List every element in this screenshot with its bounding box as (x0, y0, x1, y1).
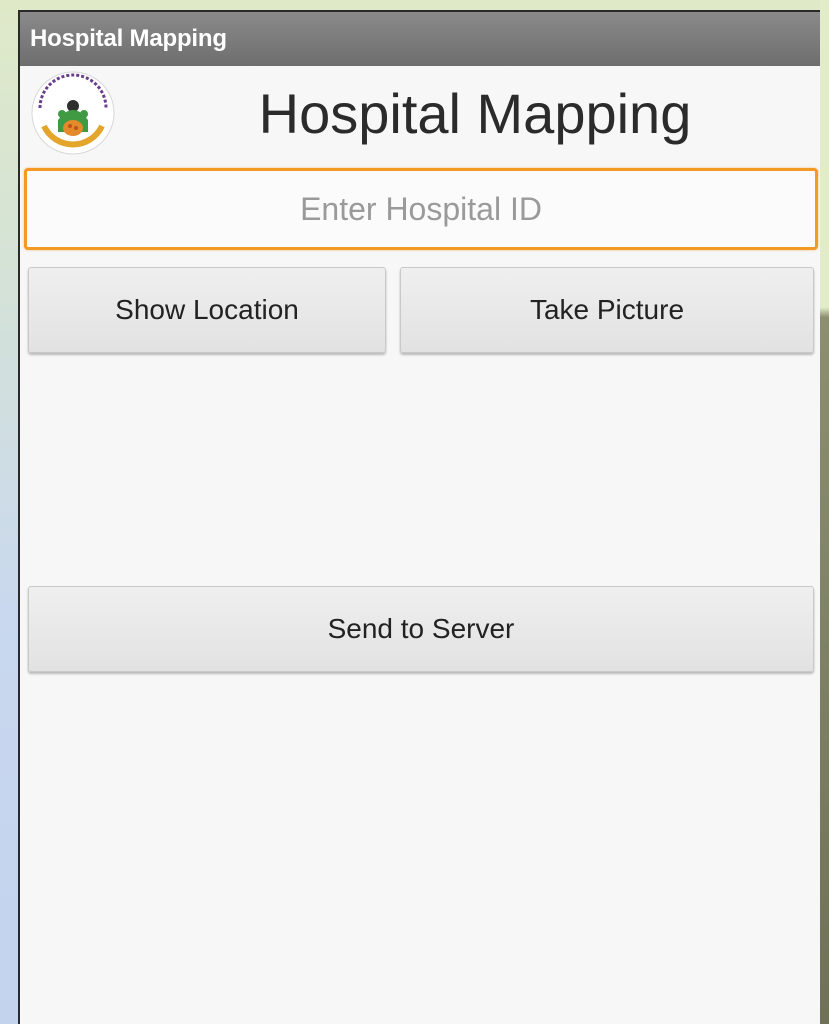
app-window: Hospital Mapping Hospital Mapping Show L… (18, 10, 820, 1024)
show-location-label: Show Location (115, 294, 299, 325)
background-strip (820, 0, 829, 1024)
send-to-server-button[interactable]: Send to Server (28, 586, 814, 672)
show-location-button[interactable]: Show Location (28, 267, 386, 353)
hospital-id-input[interactable] (24, 168, 818, 250)
send-to-server-label: Send to Server (327, 613, 515, 644)
app-title: Hospital Mapping (30, 25, 227, 52)
government-health-emblem-icon (30, 70, 116, 156)
take-picture-label: Take Picture (529, 294, 685, 325)
page-title: Hospital Mapping (258, 82, 692, 145)
take-picture-button[interactable]: Take Picture (400, 267, 814, 353)
app-title-bar: Hospital Mapping (20, 12, 820, 66)
